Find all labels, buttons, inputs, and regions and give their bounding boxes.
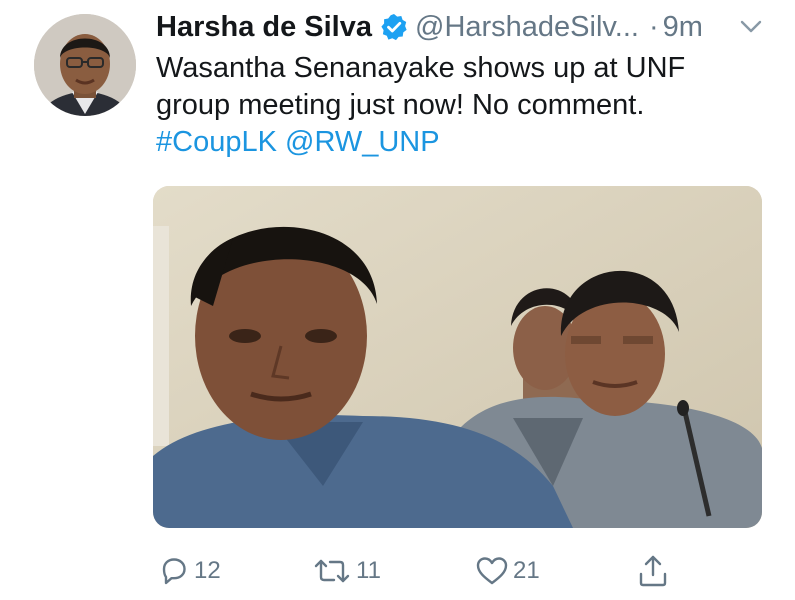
timestamp[interactable]: 9m <box>663 8 703 46</box>
reply-button[interactable]: 12 <box>158 552 221 590</box>
like-button[interactable]: 21 <box>475 552 540 590</box>
tweet: Harsha de Silva @HarshadeSilv... · 9m Wa… <box>0 0 795 600</box>
avatar[interactable] <box>34 14 136 116</box>
reply-icon <box>158 555 190 587</box>
tweet-text: Wasantha Senanayake shows up at UNF grou… <box>156 50 776 161</box>
share-icon <box>638 554 668 588</box>
mention-link[interactable]: @RW_UNP <box>285 126 440 158</box>
heart-icon <box>475 555 509 587</box>
tweet-text-line: group meeting just now! No comment. <box>156 89 645 121</box>
retweet-button[interactable]: 11 <box>312 552 381 590</box>
tweet-photo[interactable] <box>153 186 762 528</box>
tweet-text-links: #CoupLK @RW_UNP <box>156 124 776 161</box>
reply-count: 12 <box>194 557 221 584</box>
retweet-icon <box>312 555 352 587</box>
like-count: 21 <box>513 557 540 584</box>
tweet-header: Harsha de Silva @HarshadeSilv... · 9m <box>156 8 771 46</box>
separator-dot: · <box>648 11 659 43</box>
tweet-text-line: Wasantha Senanayake shows up at UNF <box>156 52 686 84</box>
hashtag-link[interactable]: #CoupLK <box>156 126 277 158</box>
retweet-count: 11 <box>356 557 381 584</box>
share-button[interactable] <box>638 552 668 590</box>
chevron-down-icon[interactable] <box>739 18 763 36</box>
display-name[interactable]: Harsha de Silva <box>156 8 372 46</box>
user-handle[interactable]: @HarshadeSilv... <box>415 8 639 46</box>
tweet-actions: 12 11 21 <box>0 552 795 590</box>
verified-badge-icon <box>380 13 408 41</box>
